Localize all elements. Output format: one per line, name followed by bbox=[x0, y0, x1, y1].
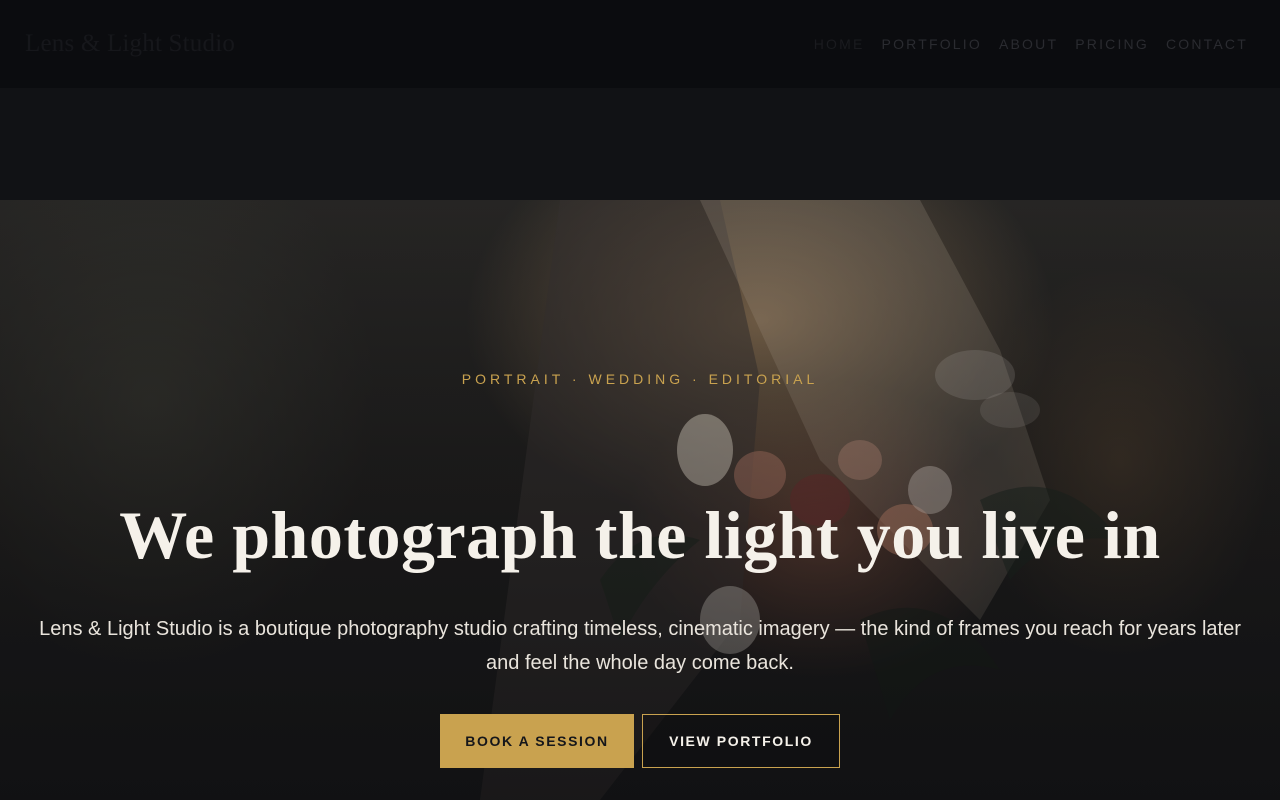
hero-eyebrow: PORTRAIT · WEDDING · EDITORIAL bbox=[461, 371, 819, 387]
hero-headline: We photograph the light you live in bbox=[119, 497, 1161, 573]
nav-item-about[interactable]: ABOUT bbox=[999, 36, 1058, 52]
header-spacer bbox=[0, 88, 1280, 200]
nav-item-portfolio[interactable]: PORTFOLIO bbox=[882, 36, 982, 52]
nav-item-pricing[interactable]: PRICING bbox=[1075, 36, 1149, 52]
hero-subtext: Lens & Light Studio is a boutique photog… bbox=[39, 618, 1241, 674]
nav-item-contact[interactable]: CONTACT bbox=[1166, 36, 1248, 52]
site-header: Lens & Light Studio HOME PORTFOLIO ABOUT… bbox=[0, 0, 1280, 88]
site-logo[interactable]: Lens & Light Studio bbox=[25, 30, 235, 58]
view-portfolio-button[interactable]: VIEW PORTFOLIO bbox=[642, 714, 840, 768]
hero-section: PORTRAIT · WEDDING · EDITORIAL We photog… bbox=[0, 200, 1280, 800]
book-session-button[interactable]: BOOK A SESSION bbox=[440, 714, 634, 768]
main-nav: HOME PORTFOLIO ABOUT PRICING CONTACT bbox=[814, 36, 1248, 52]
nav-item-home[interactable]: HOME bbox=[814, 36, 865, 52]
